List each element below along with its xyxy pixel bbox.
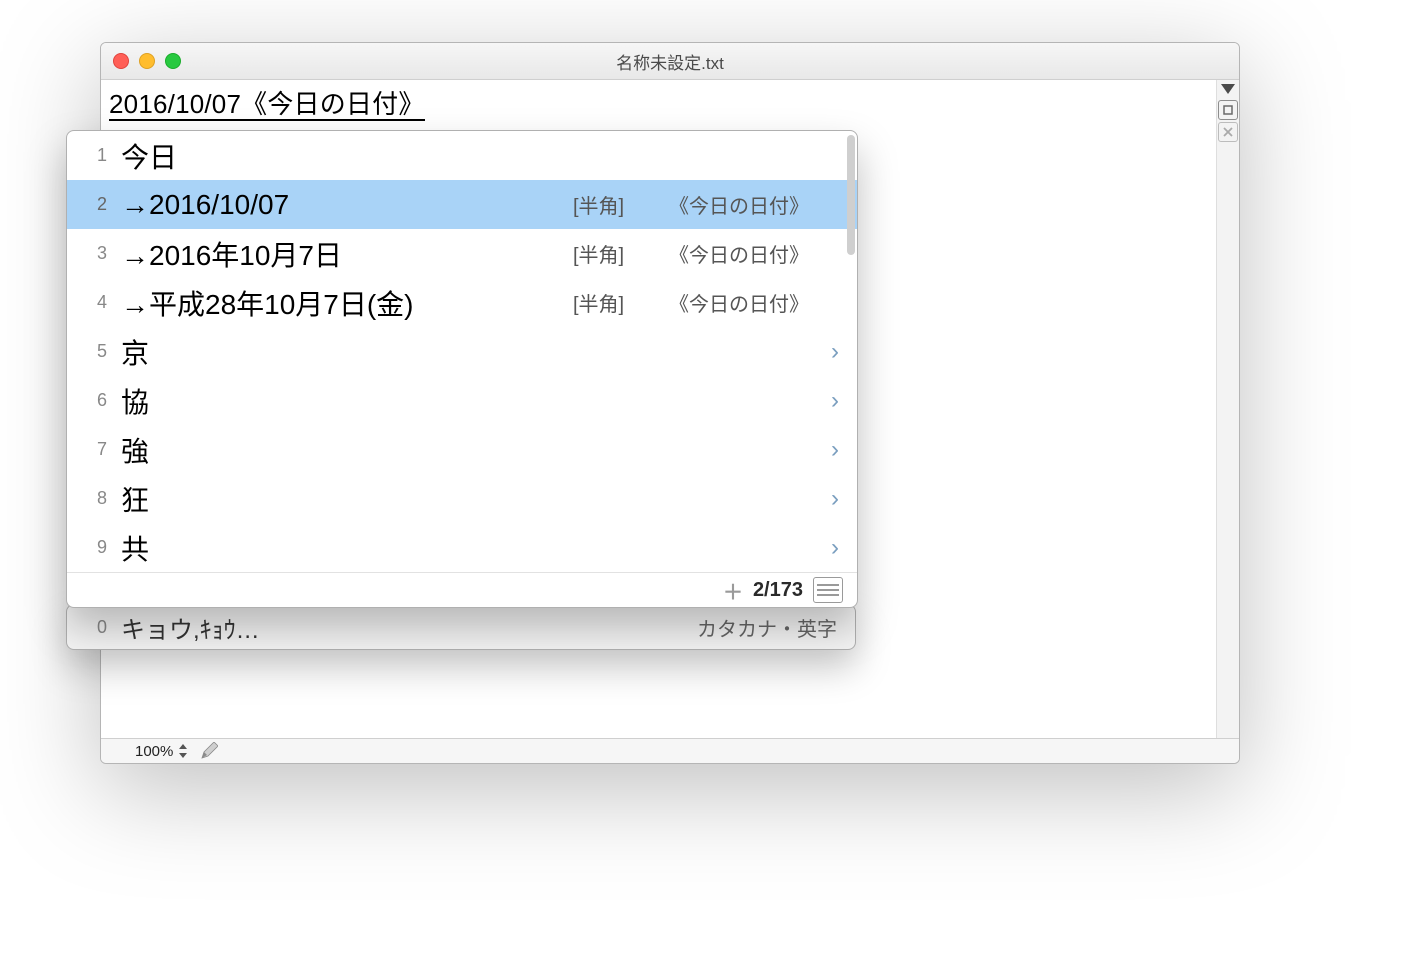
- ime-candidate-popup: 1今日2→2016/10/07[半角]《今日の日付》3→2016年10月7日[半…: [66, 130, 858, 608]
- gutter-box-icon[interactable]: [1218, 100, 1238, 120]
- ime-candidate-row[interactable]: 2 →2016/10/07 [半角]《今日の日付》: [67, 180, 857, 229]
- ime-candidate-number: 8: [79, 488, 107, 509]
- ime-candidate-text: 共: [121, 528, 149, 568]
- editor-text: 2016/10/07《今日の日付》: [109, 84, 425, 121]
- ime-candidate-row[interactable]: 7強 ›: [67, 425, 857, 474]
- chevron-right-icon: ›: [831, 338, 839, 366]
- ime-candidate-row[interactable]: 9共 ›: [67, 523, 857, 572]
- ime-candidate-row[interactable]: 3 →2016年10月7日 [半角]《今日の日付》: [67, 229, 857, 278]
- ime-scrollbar[interactable]: [847, 135, 855, 255]
- ime-candidate-number: 1: [79, 145, 107, 166]
- ime-candidate-text: 狂: [121, 479, 149, 519]
- chevron-right-icon: ›: [831, 387, 839, 415]
- ime-candidate-text: →2016年10月7日: [121, 234, 342, 274]
- ime-candidate-number: 6: [79, 390, 107, 411]
- ime-candidate-annotation: 《今日の日付》: [669, 239, 839, 268]
- gutter-close-icon[interactable]: [1218, 122, 1238, 142]
- ime-count: 2/173: [753, 579, 803, 602]
- ime-candidate-number: 9: [79, 537, 107, 558]
- ime-candidate-list: 1今日2→2016/10/07[半角]《今日の日付》3→2016年10月7日[半…: [67, 131, 857, 572]
- ime-candidate-number: 5: [79, 341, 107, 362]
- ime-candidate-row[interactable]: 6協 ›: [67, 376, 857, 425]
- window-title: 名称未設定.txt: [101, 49, 1239, 74]
- chevron-right-icon: ›: [831, 534, 839, 562]
- ime-candidate-annotation: 《今日の日付》: [669, 288, 839, 317]
- traffic-lights: [113, 53, 181, 69]
- close-button[interactable]: [113, 53, 129, 69]
- ime-candidate-text: 京: [121, 332, 149, 372]
- ime-candidate-row[interactable]: 4 →平成28年10月7日(金) [半角]《今日の日付》: [67, 278, 857, 327]
- zoom-button[interactable]: [165, 53, 181, 69]
- ime-candidate-text: 今日: [121, 136, 177, 176]
- ime-candidate-text: →平成28年10月7日(金): [121, 283, 414, 323]
- ime-candidate-number: 2: [79, 194, 107, 215]
- ime-candidate-number: 7: [79, 439, 107, 460]
- ime-mode-right: カタカナ・英字: [697, 613, 837, 642]
- ime-footer: ＋ 2/173: [67, 572, 857, 607]
- plus-icon[interactable]: ＋: [723, 576, 743, 605]
- zoom-stepper[interactable]: [177, 742, 189, 760]
- ime-candidate-tag: [半角]: [573, 288, 669, 317]
- scroll-down-icon[interactable]: [1217, 80, 1239, 98]
- chevron-right-icon: ›: [831, 485, 839, 513]
- list-icon[interactable]: [813, 577, 843, 603]
- ime-candidate-number: 3: [79, 243, 107, 264]
- ime-candidate-text: 強: [121, 430, 149, 470]
- ime-candidate-number: 4: [79, 292, 107, 313]
- ime-candidate-row[interactable]: 1 今日: [67, 131, 857, 180]
- pencil-icon[interactable]: [199, 741, 219, 761]
- scroll-gutter: [1216, 80, 1239, 738]
- ime-mode-text: キョウ,ｷｮｳ…: [121, 610, 260, 645]
- ime-candidate-tag: [半角]: [573, 239, 669, 268]
- titlebar: 名称未設定.txt: [101, 43, 1239, 80]
- ime-candidate-row[interactable]: 5京 ›: [67, 327, 857, 376]
- ime-candidate-row[interactable]: 8狂 ›: [67, 474, 857, 523]
- ime-mode-number: 0: [79, 617, 107, 638]
- ime-candidate-tag: [半角]: [573, 190, 669, 219]
- minimize-button[interactable]: [139, 53, 155, 69]
- composing-text: 2016/10/07《今日の日付》: [109, 89, 425, 121]
- ime-candidate-text: →2016/10/07: [121, 189, 289, 221]
- chevron-right-icon: ›: [831, 436, 839, 464]
- statusbar: 100%: [101, 738, 1239, 763]
- ime-mode-row[interactable]: 0 キョウ,ｷｮｳ… カタカナ・英字: [66, 604, 856, 650]
- zoom-level: 100%: [135, 743, 173, 760]
- ime-candidate-annotation: 《今日の日付》: [669, 190, 839, 219]
- ime-candidate-text: 協: [121, 381, 149, 421]
